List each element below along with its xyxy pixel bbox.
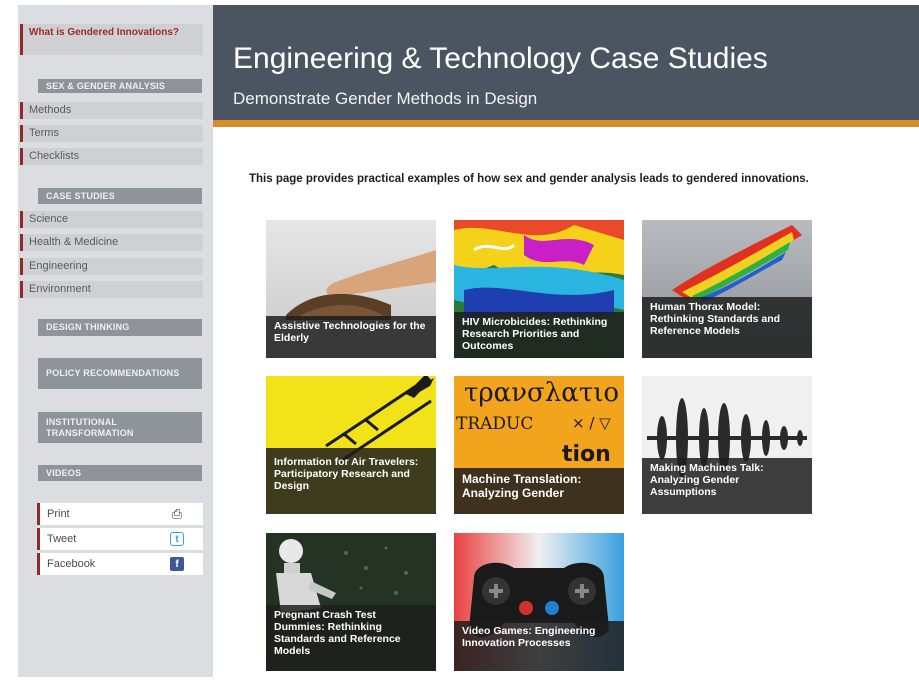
tile-caption: Information for Air Travelers: Participa… xyxy=(266,448,436,514)
case-study-tile-hiv-microbicides[interactable]: HIV Microbicides: Rethinking Research Pr… xyxy=(454,220,624,358)
tile-caption: Pregnant Crash Test Dummies: Rethinking … xyxy=(266,605,436,671)
banner-accent-stripe xyxy=(213,120,919,127)
page-title: Engineering & Technology Case Studies xyxy=(233,42,768,75)
case-study-tile-machine-translation[interactable]: τρανσλατιο TRADUC × / ▽ tion Machine Tra… xyxy=(454,376,624,514)
tweet-link[interactable]: Tweet t xyxy=(37,528,203,550)
facebook-label: Facebook xyxy=(47,558,96,570)
print-icon: ⎙ xyxy=(171,506,183,521)
case-study-tile-video-games[interactable]: Video Games: Engineering Innovation Proc… xyxy=(454,533,624,671)
sidebar-header-case-studies[interactable]: CASE STUDIES xyxy=(38,188,202,204)
sidebar-item-health-medicine[interactable]: Health & Medicine xyxy=(20,234,203,251)
case-study-tile-making-machines-talk[interactable]: Making Machines Talk: Analyzing Gender A… xyxy=(642,376,812,514)
print-link[interactable]: Print ⎙ xyxy=(37,503,203,525)
tweet-label: Tweet xyxy=(47,533,77,545)
tile-caption: Human Thorax Model: Rethinking Standards… xyxy=(642,297,812,358)
sidebar-header-videos[interactable]: VIDEOS xyxy=(38,465,202,481)
case-study-tile-human-thorax-model[interactable]: Human Thorax Model: Rethinking Standards… xyxy=(642,220,812,358)
sidebar-item-engineering[interactable]: Engineering xyxy=(20,258,203,275)
case-study-tile-air-travelers[interactable]: Information for Air Travelers: Participa… xyxy=(266,376,436,514)
tile-caption: Video Games: Engineering Innovation Proc… xyxy=(454,621,624,671)
sidebar-header-sex-gender-analysis[interactable]: SEX & GENDER ANALYSIS xyxy=(38,79,202,93)
sidebar-header-institutional-transformation[interactable]: INSTITUTIONAL TRANSFORMATION xyxy=(38,412,202,443)
sidebar-item-terms[interactable]: Terms xyxy=(20,125,203,142)
intro-text: This page provides practical examples of… xyxy=(249,173,809,185)
twitter-icon: t xyxy=(170,532,184,546)
case-study-tile-pregnant-crash-test-dummies[interactable]: Pregnant Crash Test Dummies: Rethinking … xyxy=(266,533,436,671)
case-study-tile-assistive-technologies[interactable]: Assistive Technologies for the Elderly xyxy=(266,220,436,358)
facebook-icon: f xyxy=(170,557,184,571)
sidebar-item-environment[interactable]: Environment xyxy=(20,281,203,298)
sidebar-item-methods[interactable]: Methods xyxy=(20,102,203,119)
page-banner: Engineering & Technology Case Studies De… xyxy=(213,5,919,120)
page-subtitle: Demonstrate Gender Methods in Design xyxy=(233,89,538,108)
tile-caption: Making Machines Talk: Analyzing Gender A… xyxy=(642,458,812,514)
sidebar-item-science[interactable]: Science xyxy=(20,211,203,228)
sidebar-header-design-thinking[interactable]: DESIGN THINKING xyxy=(38,319,202,336)
sidebar-item-checklists[interactable]: Checklists xyxy=(20,148,203,165)
facebook-link[interactable]: Facebook f xyxy=(37,553,203,575)
tile-caption: Assistive Technologies for the Elderly xyxy=(266,316,436,358)
sidebar-header-policy-recommendations[interactable]: POLICY RECOMMENDATIONS xyxy=(38,358,202,389)
tile-caption: HIV Microbicides: Rethinking Research Pr… xyxy=(454,312,624,358)
tile-caption: Machine Translation: Analyzing Gender xyxy=(454,468,624,514)
sidebar-link-what-is-gendered-innovations[interactable]: What is Gendered Innovations? xyxy=(20,24,203,55)
print-label: Print xyxy=(47,508,70,520)
